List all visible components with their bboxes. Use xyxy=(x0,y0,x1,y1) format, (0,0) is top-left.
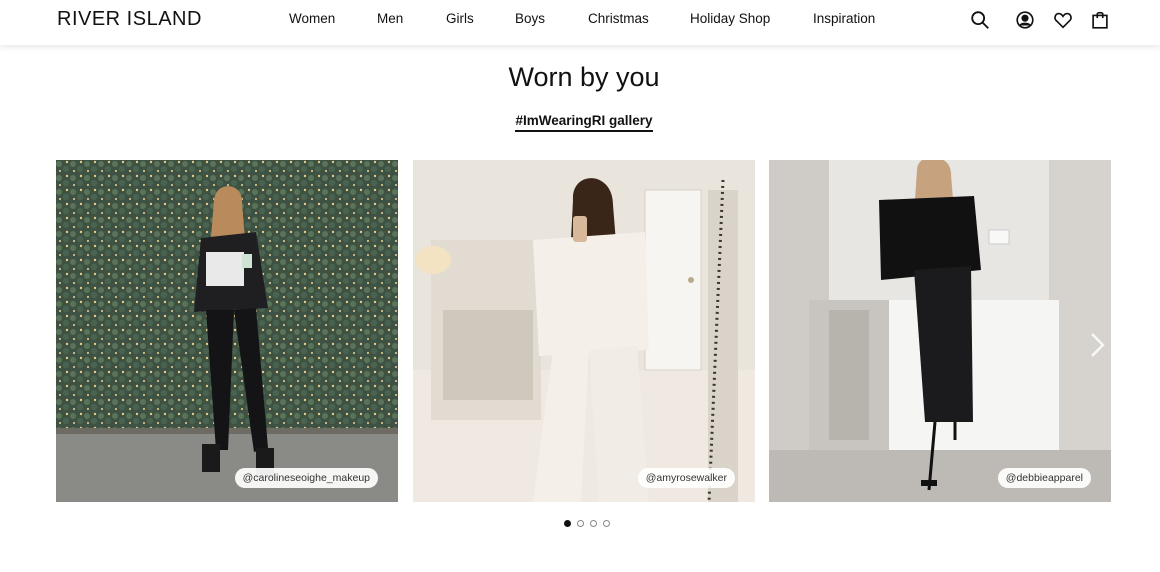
ugc-handle-3: @debbieapparel xyxy=(997,468,1091,488)
carousel-dot-1[interactable] xyxy=(564,520,571,527)
carousel-dot-2[interactable] xyxy=(577,520,584,527)
ugc-handle-1: @carolineseoighe_makeup xyxy=(234,468,378,488)
nav-boys[interactable]: Boys xyxy=(515,11,545,26)
nav-christmas[interactable]: Christmas xyxy=(588,11,649,26)
nav-women[interactable]: Women xyxy=(289,11,335,26)
ugc-photo-3 xyxy=(769,160,1111,502)
ugc-photo-1 xyxy=(56,160,398,502)
bag-icon[interactable] xyxy=(1089,9,1111,31)
ugc-handle-2: @amyrosewalker xyxy=(637,468,735,488)
nav-men[interactable]: Men xyxy=(377,11,403,26)
carousel-pagination xyxy=(564,520,610,527)
nav-girls[interactable]: Girls xyxy=(446,11,474,26)
ugc-card-1[interactable]: @carolineseoighe_makeup xyxy=(56,160,398,502)
account-icon[interactable] xyxy=(1014,9,1036,31)
river-island-logo[interactable]: RIVER ISLAND xyxy=(57,8,202,31)
site-header: RIVER ISLAND Women Men Girls Boys Christ… xyxy=(0,0,1160,45)
ugc-card-3[interactable]: @debbieapparel xyxy=(769,160,1111,502)
wishlist-heart-icon[interactable] xyxy=(1052,9,1074,31)
carousel-dot-3[interactable] xyxy=(590,520,597,527)
nav-holiday-shop[interactable]: Holiday Shop xyxy=(690,11,770,26)
carousel-dot-4[interactable] xyxy=(603,520,610,527)
search-icon[interactable] xyxy=(969,9,991,31)
ugc-card-2[interactable]: @amyrosewalker xyxy=(413,160,755,502)
section-title: Worn by you xyxy=(508,62,660,92)
ugc-photo-2 xyxy=(413,160,755,502)
nav-inspiration[interactable]: Inspiration xyxy=(813,11,875,26)
gallery-link[interactable]: #ImWearingRI gallery xyxy=(515,113,653,132)
carousel-next-chevron-icon[interactable] xyxy=(1088,332,1106,358)
gallery-link-wrapper: #ImWearingRI gallery xyxy=(0,112,1160,132)
